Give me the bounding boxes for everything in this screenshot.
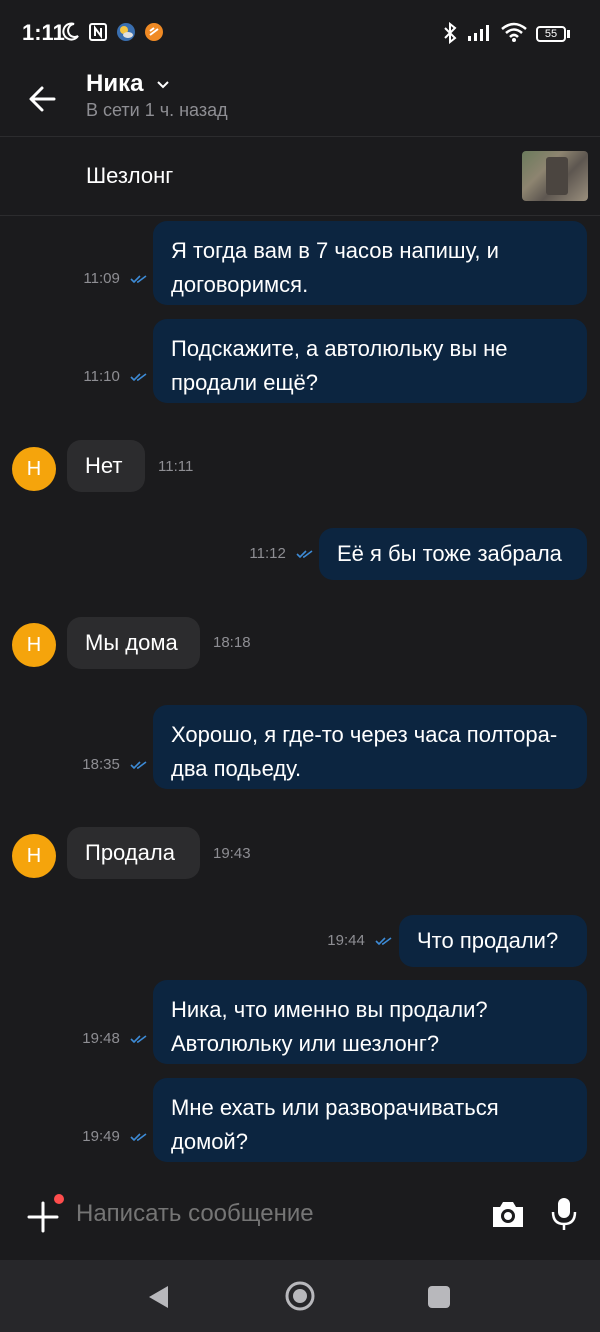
- message-text: Мы дома: [85, 630, 178, 655]
- listing-bar[interactable]: Шезлонг: [0, 137, 600, 216]
- chat-header: Ника В сети 1 ч. назад: [0, 62, 600, 137]
- presence-status: В сети 1 ч. назад: [86, 100, 228, 120]
- nav-home-icon[interactable]: [284, 1280, 316, 1312]
- message-text: Нет: [85, 453, 123, 478]
- attach-notification-dot: [54, 1194, 64, 1204]
- outgoing-message[interactable]: Хорошо, я где-то через часа полтора-два …: [153, 705, 587, 789]
- message-text: Подскажите, а автолюльку вы не продали е…: [171, 336, 508, 395]
- message-text: Продала: [85, 840, 175, 865]
- message-text: Я тогда вам в 7 часов напишу, и договори…: [171, 238, 499, 297]
- read-ticks-icon: [130, 1133, 147, 1142]
- message-text: Хорошо, я где-то через часа полтора-два …: [171, 722, 558, 781]
- message-time: 19:43: [213, 845, 251, 862]
- signal-icon: [468, 25, 489, 41]
- read-ticks-icon: [375, 937, 392, 946]
- message-text: Мне ехать или разворачиваться домой?: [171, 1095, 499, 1154]
- message-time: 19:48: [82, 1030, 148, 1047]
- nfc-icon: [89, 23, 107, 41]
- battery-icon: 55: [536, 26, 566, 42]
- read-ticks-icon: [130, 761, 147, 770]
- message-time: 19:49: [82, 1128, 148, 1145]
- status-bar: 1:11 55: [0, 0, 600, 62]
- read-ticks-icon: [296, 550, 313, 559]
- camera-icon[interactable]: [490, 1198, 526, 1230]
- contact-name-dropdown[interactable]: Ника: [86, 70, 170, 98]
- read-ticks-icon: [130, 373, 147, 382]
- message-time: 11:11: [158, 458, 194, 475]
- contact-avatar[interactable]: Н: [12, 834, 56, 878]
- message-time: 11:09: [83, 270, 148, 287]
- weather-icon: [117, 23, 135, 41]
- nav-recents-icon[interactable]: [428, 1286, 450, 1308]
- system-nav-bar: [0, 1260, 600, 1332]
- read-ticks-icon: [130, 275, 147, 284]
- outgoing-message[interactable]: Я тогда вам в 7 часов напишу, и договори…: [153, 221, 587, 305]
- nav-back-icon[interactable]: [146, 1284, 170, 1310]
- message-input[interactable]: [76, 1196, 476, 1232]
- contact-name: Ника: [86, 70, 144, 97]
- outgoing-message[interactable]: Подскажите, а автолюльку вы не продали е…: [153, 319, 587, 403]
- read-ticks-icon: [130, 1035, 147, 1044]
- incoming-message[interactable]: Мы дома: [67, 617, 200, 669]
- back-arrow-icon[interactable]: [24, 82, 62, 116]
- outgoing-message[interactable]: Мне ехать или разворачиваться домой?: [153, 1078, 587, 1162]
- message-time: 11:10: [83, 368, 148, 385]
- wifi-icon: [501, 22, 527, 42]
- message-time: 18:35: [82, 756, 148, 773]
- battery-cap: [567, 30, 570, 38]
- outgoing-message[interactable]: Её я бы тоже забрала: [319, 528, 587, 580]
- message-time: 18:18: [213, 634, 251, 651]
- microphone-icon[interactable]: [550, 1196, 578, 1232]
- message-time: 19:44: [327, 932, 393, 949]
- attach-plus-icon[interactable]: [26, 1200, 60, 1234]
- status-time: 1:11: [22, 20, 65, 45]
- battery-level: 55: [544, 28, 558, 40]
- contact-avatar[interactable]: Н: [12, 447, 56, 491]
- listing-thumbnail[interactable]: [522, 151, 588, 201]
- message-text: Что продали?: [417, 928, 559, 953]
- moon-icon: [62, 22, 79, 41]
- message-time: 11:12: [249, 545, 314, 562]
- outgoing-message[interactable]: Ника, что именно вы продали? Автолюльку …: [153, 980, 587, 1064]
- message-text: Ника, что именно вы продали? Автолюльку …: [171, 997, 488, 1056]
- app-notification-icon: [145, 23, 163, 41]
- incoming-message[interactable]: Продала: [67, 827, 200, 879]
- outgoing-message[interactable]: Что продали?: [399, 915, 587, 967]
- contact-avatar[interactable]: Н: [12, 623, 56, 667]
- message-composer: [0, 1168, 600, 1260]
- incoming-message[interactable]: Нет: [67, 440, 145, 492]
- bluetooth-icon: [444, 22, 457, 44]
- message-text: Её я бы тоже забрала: [337, 541, 562, 566]
- chevron-down-icon: [157, 80, 169, 89]
- listing-title: Шезлонг: [86, 163, 174, 188]
